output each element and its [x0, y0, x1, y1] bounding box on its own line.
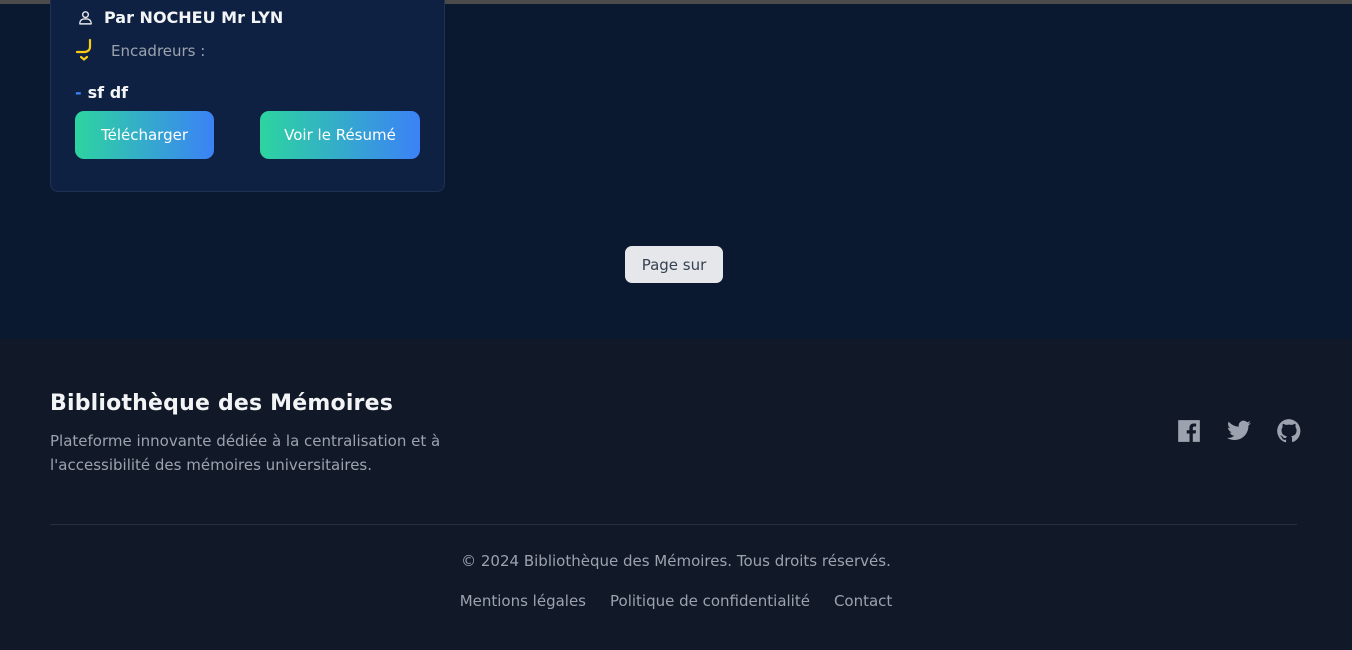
footer-brand: Bibliothèque des Mémoires [50, 391, 394, 416]
twitter-icon [1227, 420, 1251, 440]
memoir-card: Par NOCHEU Mr LYN Encadreurs : - sf df Té… [50, 0, 445, 192]
site-footer: Bibliothèque des Mémoires Plateforme inn… [0, 339, 1352, 650]
supervisor-bullet: - [75, 83, 82, 102]
supervisors-label: Encadreurs : [111, 42, 206, 60]
view-summary-button[interactable]: Voir le Résumé [260, 111, 420, 159]
author-row: Par NOCHEU Mr LYN [77, 8, 283, 27]
social-links [1176, 418, 1302, 444]
footer-links: Mentions légales Politique de confidenti… [0, 592, 1352, 610]
main-content: Par NOCHEU Mr LYN Encadreurs : - sf df Té… [0, 0, 1352, 339]
legal-notice-link[interactable]: Mentions légales [460, 592, 586, 610]
download-button[interactable]: Télécharger [75, 111, 214, 159]
pagination-indicator[interactable]: Page sur [625, 246, 723, 283]
twitter-link[interactable] [1226, 418, 1252, 444]
copyright-text: © 2024 Bibliothèque des Mémoires. Tous d… [461, 552, 891, 570]
contact-link[interactable]: Contact [834, 592, 892, 610]
author-name: Par NOCHEU Mr LYN [104, 8, 284, 27]
supervisor-item: - sf df [75, 83, 128, 102]
facebook-link[interactable] [1176, 418, 1202, 444]
github-icon [1277, 419, 1301, 443]
facebook-icon [1178, 420, 1200, 442]
privacy-policy-link[interactable]: Politique de confidentialité [610, 592, 810, 610]
supervisors-row: Encadreurs : [75, 38, 205, 64]
user-icon [79, 11, 92, 25]
chalkboard-teacher-icon [75, 38, 92, 61]
github-link[interactable] [1276, 418, 1302, 444]
footer-divider [50, 524, 1297, 525]
supervisor-name: sf df [87, 83, 129, 102]
footer-tagline: Plateforme innovante dédiée à la central… [50, 432, 441, 474]
